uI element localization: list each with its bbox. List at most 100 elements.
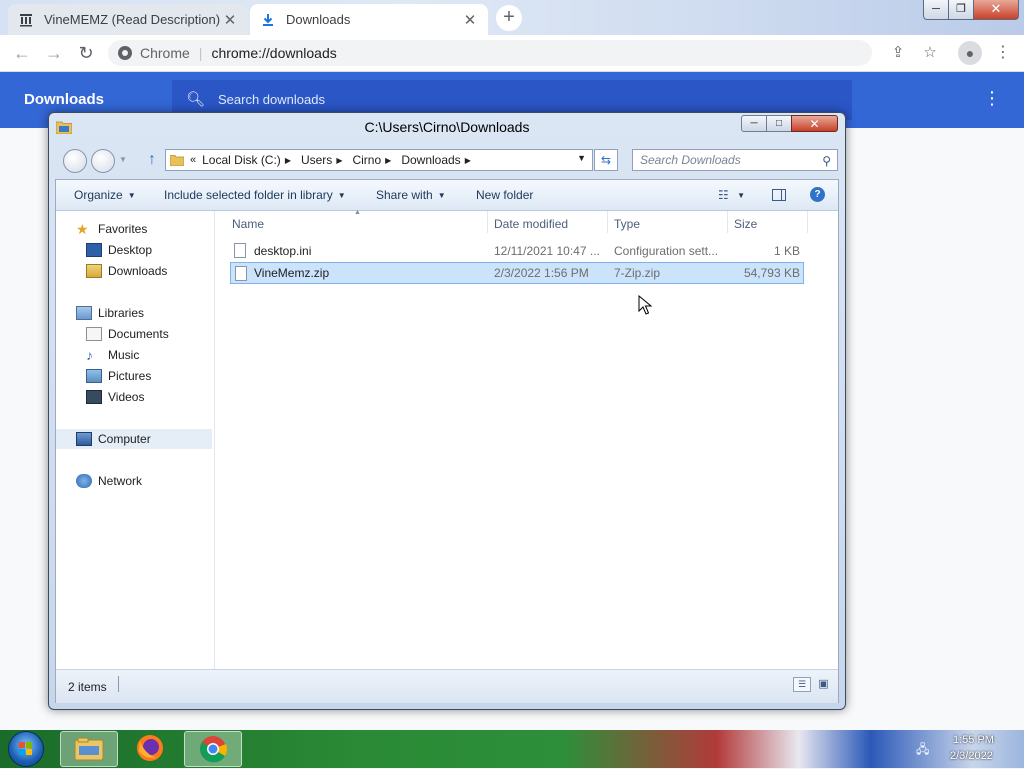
url-text: chrome://downloads	[211, 45, 337, 61]
taskbar-explorer-button[interactable]	[60, 731, 118, 767]
chrome-menu-icon[interactable]: ⋮	[993, 43, 1013, 63]
large-icons-view-icon[interactable]: ▣	[816, 677, 831, 692]
music-icon: ♪	[86, 347, 93, 363]
breadcrumb-arrow-icon[interactable]: ▶	[385, 156, 391, 165]
new-folder-button[interactable]: New folder	[476, 188, 533, 202]
profile-avatar-icon[interactable]: ●	[958, 41, 982, 65]
computer-icon	[76, 432, 92, 446]
nav-downloads[interactable]: Downloads	[86, 261, 167, 281]
tab-title: VineMEMZ (Read Description) : F	[44, 12, 222, 27]
breadcrumb-cirno[interactable]: Cirno	[352, 153, 381, 167]
libraries-icon	[76, 306, 92, 320]
close-window-button[interactable]: ✕	[791, 115, 838, 132]
breadcrumb-users[interactable]: Users	[301, 153, 332, 167]
share-icon[interactable]: ⇪	[888, 43, 908, 63]
file-list: ▲ Name Date modified Type Size desktop.i…	[216, 209, 838, 669]
breadcrumb-local-disk[interactable]: Local Disk (C:)	[202, 153, 281, 167]
downloads-folder-icon	[86, 264, 102, 278]
file-row-selected[interactable]: VineMemz.zip 2/3/2022 1:56 PM 7-Zip.zip …	[230, 262, 804, 284]
command-bar: Organize ▼ Include selected folder in lib…	[56, 180, 838, 211]
reload-icon[interactable]: ↻	[74, 41, 98, 65]
file-name: VineMemz.zip	[254, 266, 330, 280]
nav-libraries[interactable]: Libraries	[76, 303, 144, 323]
minimize-button[interactable]: ─	[741, 115, 767, 132]
downloads-menu-icon[interactable]: ⋮	[983, 88, 1001, 109]
forward-arrow-icon[interactable]: →	[42, 41, 66, 65]
window-title: C:\Users\Cirno\Downloads	[364, 119, 530, 135]
forward-button[interactable]	[91, 149, 115, 173]
column-header-size[interactable]: Size	[734, 217, 757, 231]
column-divider[interactable]	[727, 211, 728, 233]
breadcrumb-arrow-icon[interactable]: ▶	[285, 156, 291, 165]
share-with-button[interactable]: Share with ▼	[376, 188, 446, 202]
nav-network[interactable]: Network	[76, 471, 142, 491]
search-icon: 🔍︎	[186, 91, 206, 108]
column-divider[interactable]	[807, 211, 808, 233]
documents-icon	[86, 327, 102, 341]
back-button[interactable]	[63, 149, 87, 173]
clock-date[interactable]: 2/3/2022	[950, 750, 993, 762]
address-dropdown-icon[interactable]: ▼	[577, 153, 586, 163]
new-tab-button[interactable]: +	[496, 5, 522, 31]
nav-pictures[interactable]: Pictures	[86, 366, 151, 386]
taskbar-firefox-button[interactable]	[122, 731, 180, 767]
address-breadcrumb[interactable]: « Local Disk (C:) ▶ Users ▶ Cirno ▶ Down…	[165, 149, 593, 171]
up-arrow-icon[interactable]: ↑	[143, 151, 161, 169]
tab-downloads[interactable]: Downloads ✕	[250, 4, 488, 35]
details-view-icon[interactable]: ☰	[793, 677, 811, 692]
taskbar: 🖧︎ 1:55 PM 2/3/2022	[0, 730, 1024, 768]
back-arrow-icon[interactable]: ←	[10, 41, 34, 65]
nav-desktop[interactable]: Desktop	[86, 240, 152, 260]
tab-vinememz[interactable]: VineMEMZ (Read Description) : F ✕	[8, 4, 248, 35]
file-size: 54,793 KB	[743, 266, 800, 280]
minimize-button[interactable]: ─	[923, 0, 949, 20]
file-date: 12/11/2021 10:47 ...	[494, 244, 600, 258]
file-date: 2/3/2022 1:56 PM	[494, 266, 589, 280]
file-type: 7-Zip.zip	[614, 266, 661, 280]
column-divider[interactable]	[487, 211, 488, 233]
nav-computer[interactable]: Computer	[56, 429, 212, 449]
network-tray-icon[interactable]: 🖧︎	[916, 740, 932, 756]
breadcrumb-arrow-icon[interactable]: ▶	[336, 156, 342, 165]
include-in-library-button[interactable]: Include selected folder in library ▼	[164, 188, 346, 202]
restore-button[interactable]: ❐	[948, 0, 974, 20]
pictures-icon	[86, 369, 102, 383]
chrome-icon	[200, 736, 228, 763]
breadcrumb-arrow-icon[interactable]: ▶	[465, 156, 471, 165]
search-input[interactable]: Search Downloads ⚲	[632, 149, 838, 171]
close-window-button[interactable]: ✕	[973, 0, 1019, 20]
nav-favorites[interactable]: ★ Favorites	[76, 219, 147, 239]
start-button[interactable]	[8, 731, 44, 767]
refresh-icon[interactable]: ⇆	[594, 149, 618, 171]
clock-time[interactable]: 1:55 PM	[953, 734, 994, 746]
tab-close-icon[interactable]: ✕	[462, 11, 478, 29]
help-icon[interactable]: ?	[810, 187, 825, 202]
nav-videos[interactable]: Videos	[86, 387, 144, 407]
preview-pane-icon[interactable]	[772, 189, 786, 201]
search-icon[interactable]: ⚲	[822, 151, 831, 171]
taskbar-chrome-button[interactable]	[184, 731, 242, 767]
sort-ascending-icon: ▲	[354, 209, 361, 216]
maximize-button[interactable]: □	[766, 115, 792, 132]
settings-file-icon	[234, 243, 246, 258]
file-size: 1 KB	[773, 244, 800, 258]
column-divider[interactable]	[607, 211, 608, 233]
breadcrumb-downloads[interactable]: Downloads	[401, 153, 460, 167]
column-header-name[interactable]: Name	[232, 217, 264, 231]
column-header-type[interactable]: Type	[614, 217, 640, 231]
nav-music[interactable]: ♪ Music	[86, 345, 139, 365]
tab-close-icon[interactable]: ✕	[222, 11, 238, 29]
search-placeholder: Search downloads	[218, 92, 325, 107]
nav-documents[interactable]: Documents	[86, 324, 169, 344]
organize-button[interactable]: Organize ▼	[74, 188, 136, 202]
column-header-date-modified[interactable]: Date modified	[494, 217, 568, 231]
tab-title: Downloads	[286, 12, 351, 27]
bookmark-star-icon[interactable]: ☆	[920, 43, 940, 63]
overflow-chevron-icon[interactable]: «	[190, 154, 196, 166]
recent-pages-dropdown-icon[interactable]: ▼	[119, 155, 127, 164]
origin-separator: |	[198, 45, 203, 61]
change-view-icon[interactable]: ☷ ▼	[718, 188, 745, 202]
file-row[interactable]: desktop.ini 12/11/2021 10:47 ... Configu…	[230, 241, 804, 261]
address-bar[interactable]: Chrome | chrome://downloads	[108, 40, 872, 66]
star-icon: ★	[76, 221, 89, 237]
